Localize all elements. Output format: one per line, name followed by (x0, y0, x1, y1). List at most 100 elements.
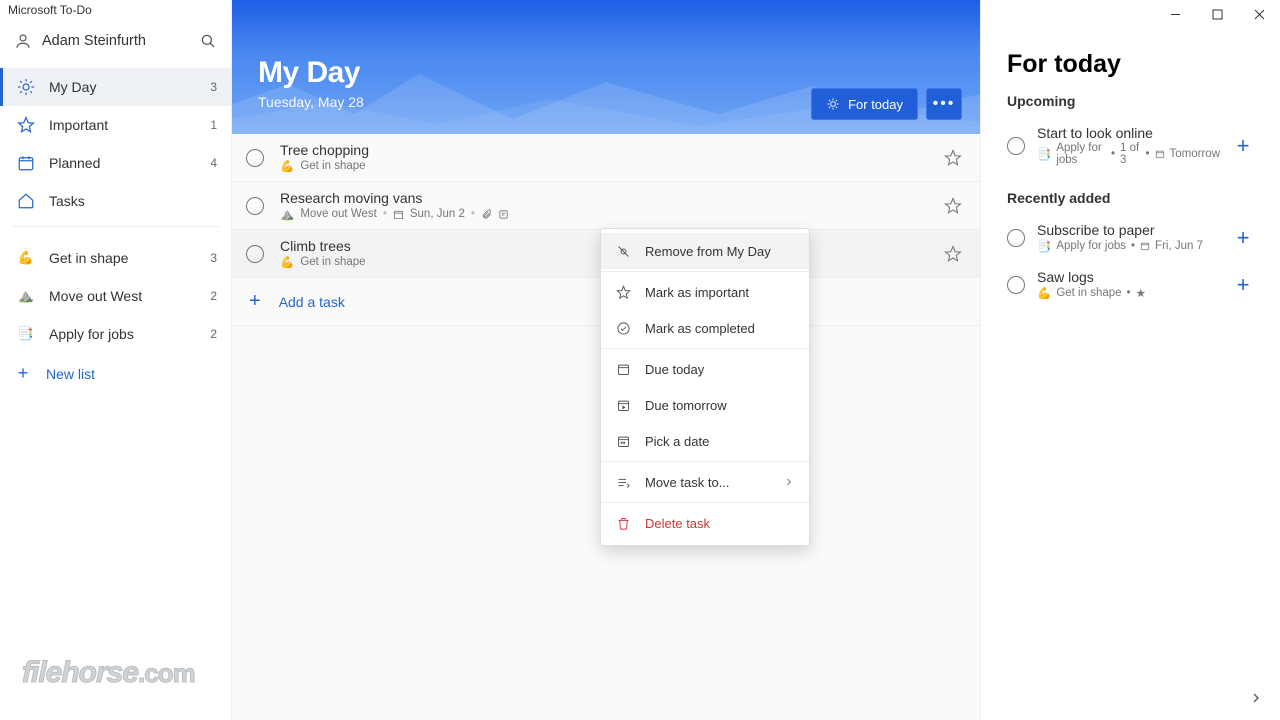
nav-count: 4 (210, 156, 217, 170)
calendar-today-icon (615, 361, 631, 377)
suggestion-item[interactable]: Subscribe to paper 📑 Apply for jobs • Fr… (1007, 216, 1254, 263)
nav-separator (12, 226, 219, 227)
calendar-icon (17, 154, 35, 172)
suggestion-due: Fri, Jun 7 (1155, 240, 1203, 252)
ctx-separator (601, 348, 809, 349)
task-list-name: Move out West (300, 208, 377, 220)
window-close-button[interactable] (1238, 0, 1280, 28)
collapse-panel-button[interactable] (1242, 684, 1270, 712)
star-toggle[interactable] (944, 149, 962, 167)
task-list-name: Get in shape (300, 256, 365, 268)
star-toggle[interactable] (944, 245, 962, 263)
star-toggle[interactable] (944, 197, 962, 215)
complete-toggle[interactable] (1007, 137, 1025, 155)
attachment-icon (481, 209, 492, 220)
add-to-my-day-button[interactable]: + (1232, 135, 1254, 157)
nav-list-apply-for-jobs[interactable]: 📑 Apply for jobs 2 (0, 315, 231, 353)
complete-toggle[interactable] (246, 149, 264, 167)
list-chip-icon: 💪 (280, 159, 294, 173)
task-title: Research moving vans (280, 190, 944, 206)
nav-label: Planned (49, 155, 196, 171)
window-minimize-button[interactable] (1154, 0, 1196, 28)
nav-list-get-in-shape[interactable]: 💪 Get in shape 3 (0, 239, 231, 277)
for-today-button[interactable]: For today (811, 88, 918, 120)
suggestion-title: Saw logs (1037, 269, 1220, 285)
nav-count: 2 (210, 327, 217, 341)
ctx-label: Remove from My Day (645, 244, 771, 259)
suggestion-meta: 📑 Apply for jobs • Fri, Jun 7 (1037, 239, 1220, 253)
window-maximize-button[interactable] (1196, 0, 1238, 28)
section-recent: Recently added (1007, 190, 1254, 206)
window-controls (981, 0, 1280, 28)
nav-tasks[interactable]: Tasks (0, 182, 231, 220)
sidebar: Microsoft To-Do Adam Steinfurth My Day 3 (0, 0, 232, 720)
search-icon[interactable] (199, 32, 217, 50)
ctx-separator (601, 271, 809, 272)
complete-toggle[interactable] (246, 245, 264, 263)
ctx-pick-date[interactable]: Pick a date (601, 423, 809, 459)
ctx-label: Move task to... (645, 475, 730, 490)
ctx-mark-important[interactable]: Mark as important (601, 274, 809, 310)
nav-important[interactable]: Important 1 (0, 106, 231, 144)
calendar-icon (393, 209, 404, 220)
task-row[interactable]: Tree chopping 💪 Get in shape (232, 134, 980, 182)
nav-count: 1 (210, 118, 217, 132)
suggestion-item[interactable]: Start to look online 📑 Apply for jobs • … (1007, 119, 1254, 176)
ctx-separator (601, 461, 809, 462)
complete-toggle[interactable] (1007, 276, 1025, 294)
task-row[interactable]: Research moving vans ⛰️ Move out West • … (232, 182, 980, 230)
app-title: Microsoft To-Do (0, 0, 231, 20)
nav-label: Get in shape (49, 250, 196, 266)
suggestion-progress: 1 of 3 (1120, 142, 1141, 166)
ctx-mark-completed[interactable]: Mark as completed (601, 310, 809, 346)
suggestion-item[interactable]: Saw logs 💪 Get in shape • ★ + (1007, 263, 1254, 310)
add-to-my-day-button[interactable]: + (1232, 227, 1254, 249)
nav-custom: 💪 Get in shape 3 ⛰️ Move out West 2 📑 Ap… (0, 239, 231, 353)
ctx-remove-from-my-day[interactable]: Remove from My Day (601, 233, 809, 269)
flex-arm-icon: 💪 (17, 249, 35, 267)
calendar-icon (1140, 241, 1150, 251)
nav-label: Important (49, 117, 196, 133)
user-row[interactable]: Adam Steinfurth (0, 20, 231, 62)
move-icon (615, 474, 631, 490)
for-today-label: For today (848, 97, 903, 112)
section-upcoming: Upcoming (1007, 93, 1254, 109)
add-to-my-day-button[interactable]: + (1232, 274, 1254, 296)
user-avatar-icon (14, 32, 32, 50)
nav-my-day[interactable]: My Day 3 (0, 68, 231, 106)
list-chip-icon: 📑 (1037, 147, 1051, 161)
calendar-tomorrow-icon (615, 397, 631, 413)
ctx-due-tomorrow[interactable]: Due tomorrow (601, 387, 809, 423)
home-icon (17, 192, 35, 210)
check-circle-icon (615, 320, 631, 336)
main-pane: My Day Tuesday, May 28 For today ••• Tre… (232, 0, 980, 720)
nav-label: Tasks (49, 193, 217, 209)
star-icon: ★ (1136, 286, 1146, 300)
complete-toggle[interactable] (246, 197, 264, 215)
task-title: Tree chopping (280, 142, 944, 158)
nav-count: 2 (210, 289, 217, 303)
star-icon (615, 284, 631, 300)
sun-icon (17, 78, 35, 96)
ctx-due-today[interactable]: Due today (601, 351, 809, 387)
new-list-button[interactable]: + New list (0, 353, 231, 394)
suggestion-title: Subscribe to paper (1037, 222, 1220, 238)
task-meta: 💪 Get in shape (280, 159, 944, 173)
nav-list-move-out-west[interactable]: ⛰️ Move out West 2 (0, 277, 231, 315)
task-list-name: Get in shape (300, 160, 365, 172)
note-icon (498, 209, 509, 220)
star-icon (17, 116, 35, 134)
complete-toggle[interactable] (1007, 229, 1025, 247)
new-list-label: New list (46, 366, 95, 382)
ctx-delete[interactable]: Delete task (601, 505, 809, 541)
nav-label: Apply for jobs (49, 326, 196, 342)
suggestion-list: Get in shape (1056, 287, 1121, 299)
ctx-label: Due tomorrow (645, 398, 727, 413)
suggestion-meta: 💪 Get in shape • ★ (1037, 286, 1220, 300)
trash-icon (615, 515, 631, 531)
more-options-button[interactable]: ••• (926, 88, 962, 120)
nav-planned[interactable]: Planned 4 (0, 144, 231, 182)
task-meta: ⛰️ Move out West • Sun, Jun 2 • (280, 207, 944, 221)
ctx-label: Pick a date (645, 434, 709, 449)
ctx-move-task[interactable]: Move task to... (601, 464, 809, 500)
